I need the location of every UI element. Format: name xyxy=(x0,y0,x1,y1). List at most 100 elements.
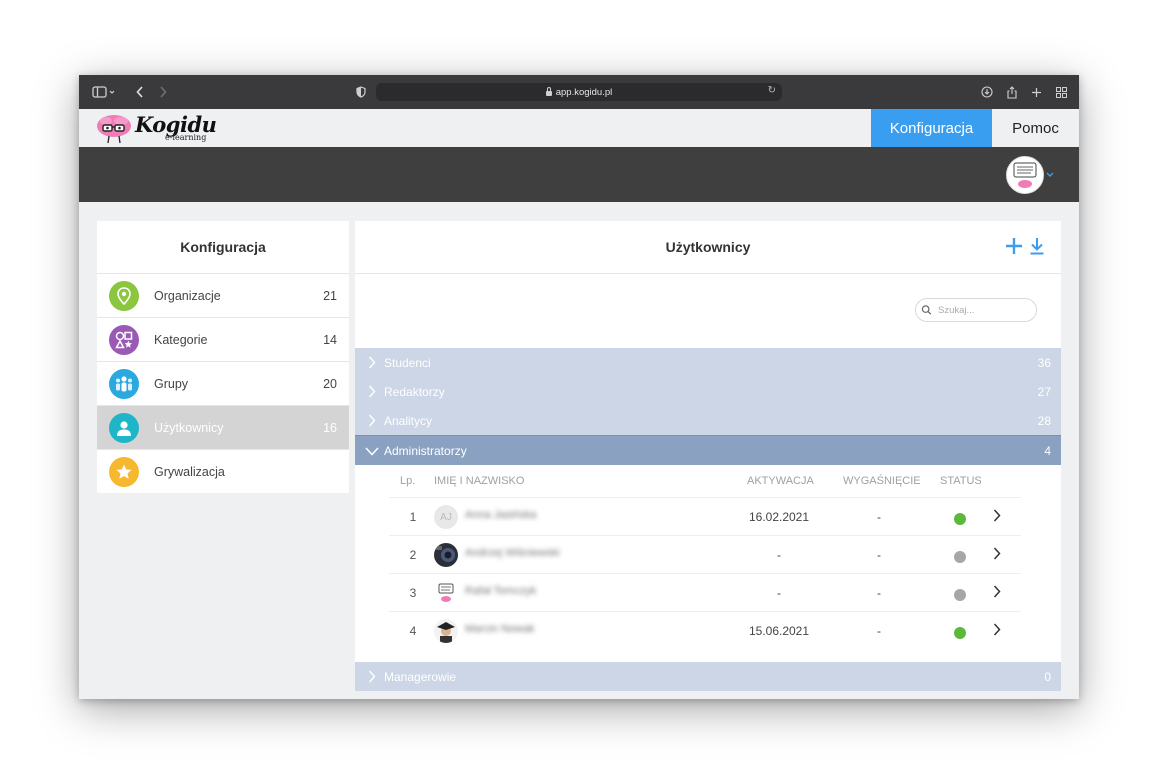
chevron-right-icon[interactable] xyxy=(993,623,1001,636)
brain-mascot-icon xyxy=(95,113,131,144)
user-bar xyxy=(79,147,1079,202)
table-row[interactable]: 2 Andrzej Wiśniewski - - xyxy=(389,535,1021,574)
activation-date: - xyxy=(777,586,781,600)
table-row[interactable]: 3 Rafał Tomczyk - - xyxy=(389,573,1021,612)
download-button[interactable] xyxy=(1029,237,1045,258)
chevron-right-icon xyxy=(368,356,376,369)
chevron-down-icon[interactable] xyxy=(1046,170,1054,181)
new-tab-icon[interactable] xyxy=(1029,83,1043,101)
sidebar-item-grupy[interactable]: Grupy 20 xyxy=(97,361,349,405)
page-title: Użytkownicy xyxy=(665,239,751,255)
share-icon[interactable] xyxy=(1005,83,1019,101)
group-row-managerowie[interactable]: Managerowie 0 xyxy=(355,662,1061,691)
row-number: 2 xyxy=(409,548,417,562)
sidebar-item-organizacje[interactable]: Organizacje 21 xyxy=(97,273,349,317)
group-row-studenci[interactable]: Studenci 36 xyxy=(355,348,1061,377)
browser-toolbar: app.kogidu.pl ↻ xyxy=(79,75,1079,109)
user-name: Marcin Nowak xyxy=(465,623,535,635)
lock-icon xyxy=(545,86,552,96)
url-text: app.kogidu.pl xyxy=(555,86,613,98)
logo-name: Kogidu xyxy=(135,112,217,137)
chevron-right-icon[interactable] xyxy=(993,585,1001,598)
group-row-analitycy[interactable]: Analitycy 28 xyxy=(355,406,1061,435)
group-count: 27 xyxy=(1037,384,1051,399)
browser-window: app.kogidu.pl ↻ Kogidu e-learning Konfig… xyxy=(79,75,1079,699)
chevron-down-icon xyxy=(365,447,379,456)
users-panel: Użytkownicy Studenci 36 Redaktor xyxy=(355,221,1061,699)
user-name: Andrzej Wiśniewski xyxy=(465,547,560,559)
status-dot xyxy=(954,627,966,639)
address-bar[interactable]: app.kogidu.pl ↻ xyxy=(376,83,782,101)
back-icon[interactable] xyxy=(133,83,147,101)
search-input[interactable] xyxy=(936,303,1036,317)
group-label: Redaktorzy xyxy=(384,384,445,399)
nav-konfiguracja[interactable]: Konfiguracja xyxy=(871,109,992,147)
sidebar-title: Konfiguracja xyxy=(97,221,349,273)
reload-icon[interactable]: ↻ xyxy=(768,85,776,96)
avatar: AJ xyxy=(434,505,458,529)
privacy-shield-icon[interactable] xyxy=(354,83,368,101)
group-label: Administratorzy xyxy=(384,443,467,458)
add-user-button[interactable] xyxy=(1005,237,1023,258)
group-label: Analitycy xyxy=(384,413,433,428)
download-icon[interactable] xyxy=(980,83,994,101)
kogidu-logo[interactable]: Kogidu e-learning xyxy=(95,111,217,145)
sidebar-item-kategorie[interactable]: Kategorie 14 xyxy=(97,317,349,361)
nav-pomoc[interactable]: Pomoc xyxy=(992,109,1079,147)
status-dot xyxy=(954,513,966,525)
sidebar-item-grywalizacja[interactable]: Grywalizacja xyxy=(97,449,349,493)
column-header-name: IMIĘ I NAZWISKO xyxy=(434,475,525,487)
group-row-administratorzy[interactable]: Administratorzy 4 xyxy=(355,435,1061,465)
column-header-status: STATUS xyxy=(940,475,982,487)
group-icon xyxy=(109,368,139,399)
chevron-right-icon[interactable] xyxy=(993,509,1001,522)
expiry-date: - xyxy=(877,624,881,638)
star-icon xyxy=(109,456,139,487)
users-table: Lp. IMIĘ I NAZWISKO AKTYWACJA WYGAŚNIĘCI… xyxy=(355,465,1061,662)
group-label: Studenci xyxy=(384,355,431,370)
avatar xyxy=(434,543,458,567)
group-count: 4 xyxy=(1044,443,1051,458)
expiry-date: - xyxy=(877,586,881,600)
sidebar-toggle-icon[interactable] xyxy=(91,83,117,101)
status-dot xyxy=(954,589,966,601)
group-count: 36 xyxy=(1037,355,1051,370)
chevron-right-icon[interactable] xyxy=(993,547,1001,560)
user-name: Rafał Tomczyk xyxy=(465,585,537,597)
row-number: 4 xyxy=(409,624,417,638)
shapes-icon xyxy=(109,324,139,355)
table-row[interactable]: 4 Marcin Nowak 15.06.2021 - xyxy=(389,611,1021,650)
plus-icon xyxy=(1006,238,1022,254)
chevron-right-icon xyxy=(368,414,376,427)
users-panel-header: Użytkownicy xyxy=(355,221,1061,274)
sidebar-item-count: 20 xyxy=(323,376,337,391)
table-row[interactable]: 1 AJ Anna Jasińska 16.02.2021 - xyxy=(389,497,1021,536)
tab-overview-icon[interactable] xyxy=(1054,83,1068,101)
avatar xyxy=(434,581,458,605)
sidebar-item-count: 14 xyxy=(323,332,337,347)
group-count: 0 xyxy=(1044,669,1051,684)
sidebar-item-label: Organizacje xyxy=(154,288,221,303)
status-dot xyxy=(954,551,966,563)
sidebar-item-count: 21 xyxy=(323,288,337,303)
expiry-date: - xyxy=(877,548,881,562)
user-avatar[interactable] xyxy=(1006,156,1044,194)
group-count: 28 xyxy=(1037,413,1051,428)
sidebar-item-label: Grupy xyxy=(154,376,189,391)
sidebar-item-uzytkownicy[interactable]: Użytkownicy 16 xyxy=(97,405,349,449)
column-header-activation: AKTYWACJA xyxy=(747,475,814,487)
forward-icon[interactable] xyxy=(156,83,170,101)
group-label: Managerowie xyxy=(384,669,457,684)
search-field[interactable] xyxy=(915,298,1037,322)
activation-date: 15.06.2021 xyxy=(748,624,810,638)
column-header-lp: Lp. xyxy=(400,475,416,487)
sidebar-item-label: Grywalizacja xyxy=(154,464,225,479)
download-icon xyxy=(1030,238,1044,255)
avatar xyxy=(434,619,458,643)
search-icon xyxy=(921,305,932,315)
chevron-right-icon xyxy=(368,385,376,398)
group-row-redaktorzy[interactable]: Redaktorzy 27 xyxy=(355,377,1061,406)
user-name: Anna Jasińska xyxy=(465,509,537,521)
row-number: 3 xyxy=(409,586,417,600)
expiry-date: - xyxy=(877,510,881,524)
